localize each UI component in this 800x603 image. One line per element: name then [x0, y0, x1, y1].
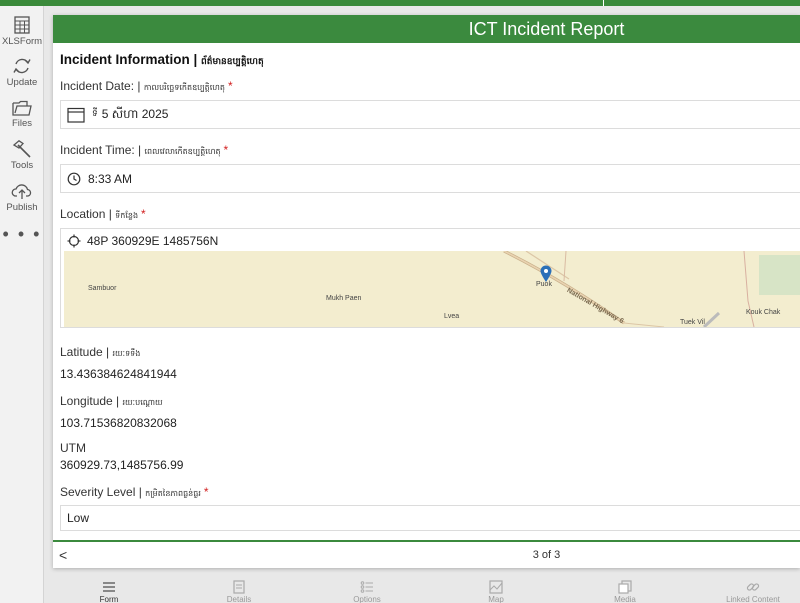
form-body[interactable]: Incident Information | ព័ត៌មានឧប្បត្តិហេ…	[53, 43, 800, 540]
longitude-value: 103.71536820832068	[60, 416, 177, 430]
location-coordinates: 48P 360929E 1485756N	[87, 234, 219, 248]
crosshair-icon	[67, 234, 81, 248]
bottom-tab-bar: Form Details Options Map Media Linked Co…	[44, 575, 800, 603]
map-label: Mukh Paen	[326, 295, 362, 302]
latitude-label: Latitude | រយៈទទឹង	[60, 345, 140, 360]
location-map[interactable]: Sambuor Mukh Paen Lvea Puok National Hig…	[64, 251, 800, 327]
map-label: Sambuor	[88, 285, 117, 292]
tab-label: Options	[353, 595, 381, 603]
tab-label: Linked Content	[726, 595, 780, 603]
incident-date-prefix: ទី	[92, 108, 98, 118]
tab-options[interactable]: Options	[332, 580, 402, 603]
longitude-label-text: Longitude |	[60, 394, 120, 408]
sidebar-item-tools[interactable]: Tools	[0, 140, 44, 171]
tab-label: Map	[488, 595, 504, 603]
hammer-icon	[12, 140, 31, 158]
tab-media[interactable]: Media	[590, 580, 660, 603]
section-title-khmer: ព័ត៌មានឧប្បត្តិហេតុ	[201, 56, 264, 66]
location-label: Location | ទីកន្លែង *	[60, 207, 146, 222]
sidebar-item-label: Publish	[6, 202, 38, 213]
tab-label: Media	[614, 595, 636, 603]
incident-date-label-text: Incident Date: |	[60, 79, 141, 93]
sidebar-item-files[interactable]: Files	[0, 100, 44, 129]
cloud-upload-icon	[11, 184, 32, 199]
tab-label: Form	[99, 595, 119, 603]
tool-sidebar: XLSForm Update Files Tools Publish • • •	[0, 6, 44, 603]
sidebar-item-label: Update	[6, 77, 38, 88]
utm-label: UTM	[60, 441, 86, 455]
map-label: Tuek Vil	[680, 319, 705, 326]
severity-value: Low	[67, 511, 90, 525]
page-indicator: 3 of 3	[532, 549, 561, 561]
spreadsheet-icon	[14, 16, 30, 34]
sidebar-item-label: Tools	[10, 160, 34, 171]
form-navigation-bar: < 3 of 3	[53, 540, 800, 568]
location-label-khmer: ទីកន្លែង	[115, 211, 139, 220]
sidebar-item-label: XLSForm	[1, 36, 43, 47]
severity-label-khmer: កម្រិតនៃភាពធ្ងន់ធ្ងរ	[145, 489, 201, 498]
required-marker: *	[223, 143, 229, 157]
location-value-row: 48P 360929E 1485756N	[67, 234, 218, 248]
sidebar-item-update[interactable]: Update	[0, 57, 44, 88]
required-marker: *	[203, 485, 209, 499]
required-marker: *	[227, 79, 233, 93]
details-icon	[233, 580, 245, 594]
required-marker: *	[141, 207, 146, 221]
tab-label: Details	[226, 595, 252, 603]
link-icon	[746, 583, 760, 591]
map-icon	[489, 580, 503, 594]
location-label-text: Location |	[60, 207, 112, 221]
form-panel: ICT Incident Report Incident Information…	[53, 15, 800, 568]
section-title: Incident Information | ព័ត៌មានឧប្បត្តិហេ…	[60, 52, 264, 69]
sidebar-item-xlsform[interactable]: XLSForm	[0, 16, 44, 47]
latitude-label-khmer: រយៈទទឹង	[112, 349, 141, 358]
clock-icon	[67, 172, 81, 186]
tab-details[interactable]: Details	[204, 580, 274, 603]
longitude-label-khmer: រយៈបណ្ដោយ	[122, 398, 163, 407]
calendar-icon	[67, 107, 85, 123]
latitude-label-text: Latitude |	[60, 345, 110, 359]
severity-label: Severity Level | កម្រិតនៃភាពធ្ងន់ធ្ងរ *	[60, 485, 209, 500]
folder-icon	[12, 100, 32, 116]
severity-label-text: Severity Level |	[60, 485, 142, 499]
map-pin-icon	[540, 265, 552, 282]
incident-time-field[interactable]: 8:33 AM	[60, 164, 800, 193]
sidebar-item-publish[interactable]: Publish	[0, 182, 44, 213]
incident-date-label: Incident Date: | កាលបរិច្ឆេទកើតឧប្បត្តិហ…	[60, 79, 233, 94]
tab-form[interactable]: Form	[74, 580, 144, 603]
utm-value: 360929.73,1485756.99	[60, 458, 184, 472]
options-icon	[360, 581, 373, 593]
top-accent-bar	[0, 0, 800, 6]
severity-select[interactable]: Low	[60, 505, 800, 531]
latitude-value: 13.436384624841944	[60, 367, 177, 381]
section-title-text: Incident Information |	[60, 52, 198, 67]
map-roads	[503, 251, 800, 327]
form-title: ICT Incident Report	[53, 15, 800, 43]
sidebar-item-label: Files	[11, 118, 33, 129]
incident-date-label-khmer: កាលបរិច្ឆេទកើតឧប្បត្តិហេតុ	[143, 83, 225, 92]
refresh-icon	[13, 58, 31, 74]
tab-map[interactable]: Map	[461, 580, 531, 603]
incident-date-field[interactable]: ទី 5 សីហា 2025	[60, 100, 800, 129]
incident-time-label-khmer: ពេលវេលាកើតឧប្បត្តិហេតុ	[144, 147, 221, 156]
longitude-label: Longitude | រយៈបណ្ដោយ	[60, 394, 163, 409]
map-label: Kouk Chak	[746, 309, 781, 316]
incident-time-label-text: Incident Time: |	[60, 143, 142, 157]
media-icon	[618, 580, 632, 594]
form-icon	[103, 582, 115, 592]
map-label: Lvea	[444, 313, 460, 320]
location-field[interactable]: 48P 360929E 1485756N Sambuor Mukh Paen L…	[60, 228, 800, 328]
incident-time-label: Incident Time: | ពេលវេលាកើតឧប្បត្តិហេតុ *	[60, 143, 228, 158]
tab-linked-content[interactable]: Linked Content	[718, 580, 788, 603]
incident-time-value: 8:33 AM	[88, 171, 133, 186]
more-options-button[interactable]: • • •	[0, 225, 44, 243]
incident-date-value: 5 សីហា 2025	[101, 106, 169, 121]
